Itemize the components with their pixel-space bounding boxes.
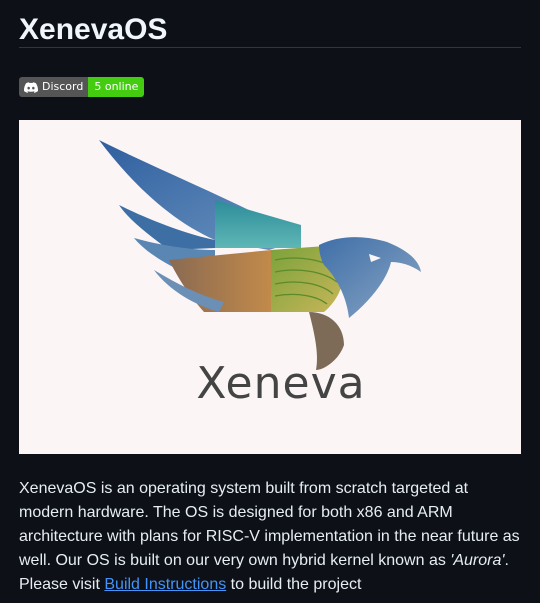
build-instructions-link[interactable]: Build Instructions bbox=[104, 576, 226, 593]
xeneva-logo: Xeneva bbox=[99, 140, 421, 409]
badge-online-count: 5 online bbox=[88, 77, 145, 97]
logo-text: Xeneva bbox=[196, 358, 365, 409]
badge-label: Discord bbox=[42, 80, 84, 93]
badge-row: Discord 5 online bbox=[19, 77, 145, 97]
discord-icon bbox=[24, 81, 38, 93]
project-description: XenevaOS is an operating system built fr… bbox=[19, 477, 521, 597]
photo-sea bbox=[215, 200, 301, 248]
page-title: XenevaOS bbox=[19, 0, 521, 48]
kernel-name: 'Aurora' bbox=[450, 552, 505, 569]
readme-content: XenevaOS Discord 5 online Xeneva XenevaO… bbox=[19, 0, 521, 593]
desc-text-1: XenevaOS is an operating system built fr… bbox=[19, 480, 520, 569]
discord-badge[interactable]: Discord 5 online bbox=[19, 77, 145, 97]
desc-text-3: to build the project bbox=[226, 576, 362, 593]
hero-image: Xeneva bbox=[19, 120, 521, 454]
badge-left: Discord bbox=[19, 77, 89, 97]
bird-head bbox=[319, 237, 421, 318]
